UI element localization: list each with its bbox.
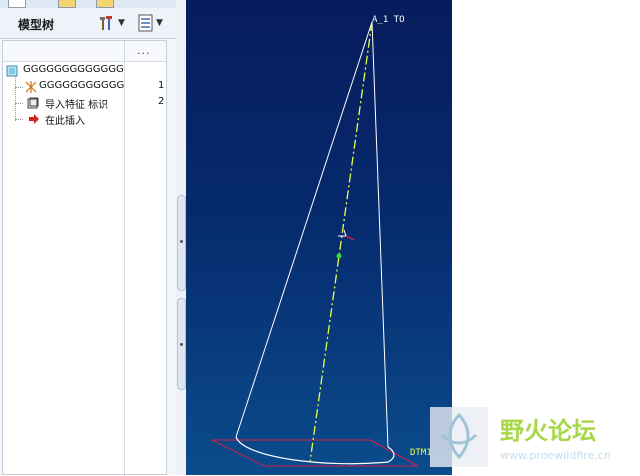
watermark-title: 野火论坛 bbox=[500, 417, 596, 445]
tree-row-import-feature[interactable]: 导入特征 标识 2 bbox=[3, 95, 166, 111]
chevron-down-icon: ▼ bbox=[118, 18, 125, 28]
csys-origin bbox=[336, 253, 342, 259]
tree-row-insert-here[interactable]: 在此插入 bbox=[3, 111, 166, 127]
axis-a1 bbox=[309, 21, 373, 463]
flame-logo-icon bbox=[430, 407, 488, 467]
tools-icon bbox=[100, 16, 112, 30]
tree-row-label: GGGGGGGGGGGGGGG.P bbox=[23, 64, 124, 75]
model-tree-title: 模型树 bbox=[18, 18, 55, 32]
part-icon bbox=[6, 65, 18, 77]
tree-row-root[interactable]: GGGGGGGGGGGGGGG.P bbox=[3, 63, 166, 79]
import-feature-icon bbox=[27, 97, 39, 109]
splitter-grip-lower[interactable] bbox=[177, 298, 186, 390]
splitter-grip-upper[interactable] bbox=[177, 195, 186, 291]
model-tree-panel: ... GGGGGGGGGGGGGGG.P GGGGGGGGGGGGGGG 1 bbox=[2, 40, 167, 476]
tree-row-number: 1 bbox=[158, 80, 165, 91]
panel-splitter[interactable] bbox=[176, 0, 186, 475]
watermark: 野火论坛 www.proewildfire.cn bbox=[428, 405, 640, 475]
cone-wireframe bbox=[211, 21, 419, 467]
navigator-tab-favorites[interactable] bbox=[96, 0, 114, 8]
tree-row-label: 在此插入 bbox=[45, 116, 85, 127]
insert-here-icon bbox=[29, 114, 39, 124]
display-settings-icon bbox=[138, 14, 153, 32]
chevron-down-icon: ▼ bbox=[156, 18, 163, 28]
apex-label: A_1 TO bbox=[372, 15, 405, 25]
cone-left-edge bbox=[235, 21, 373, 438]
model-tree-header: 模型树 ▼ ▼ bbox=[0, 8, 176, 39]
navigator-tab-folder[interactable] bbox=[58, 0, 76, 8]
left-panel: 模型树 ▼ ▼ ... GGGGGGGGGGGGG GGGGGGGGGGG 1 … bbox=[0, 0, 186, 476]
tree-row-number: 2 bbox=[158, 96, 165, 107]
right-blank-area bbox=[452, 0, 640, 475]
tree-tools-button[interactable]: ▼ bbox=[98, 13, 125, 33]
coordinate-system-icon bbox=[25, 81, 37, 93]
column-more-button[interactable]: ... bbox=[137, 44, 151, 57]
graphics-viewport[interactable]: A_1 TO DTM1 bbox=[186, 0, 452, 475]
csys-x-arrow bbox=[345, 235, 355, 241]
tree-row-label: GGGGGGGGGGGGGGG bbox=[39, 80, 124, 91]
navigator-tab-model-tree[interactable] bbox=[8, 0, 26, 8]
cone-base-edge bbox=[235, 436, 395, 465]
column-header: ... bbox=[3, 41, 166, 62]
tree-row-coordinate-system[interactable]: GGGGGGGGGGGGGGG 1 bbox=[3, 79, 166, 95]
tree-display-settings-button[interactable]: ▼ bbox=[138, 13, 163, 33]
tree-row-label: 导入特征 标识 bbox=[45, 100, 109, 111]
watermark-url: www.proewildfire.cn bbox=[500, 449, 611, 462]
cone-right-edge bbox=[371, 21, 389, 448]
csys-y-tick bbox=[343, 229, 347, 237]
